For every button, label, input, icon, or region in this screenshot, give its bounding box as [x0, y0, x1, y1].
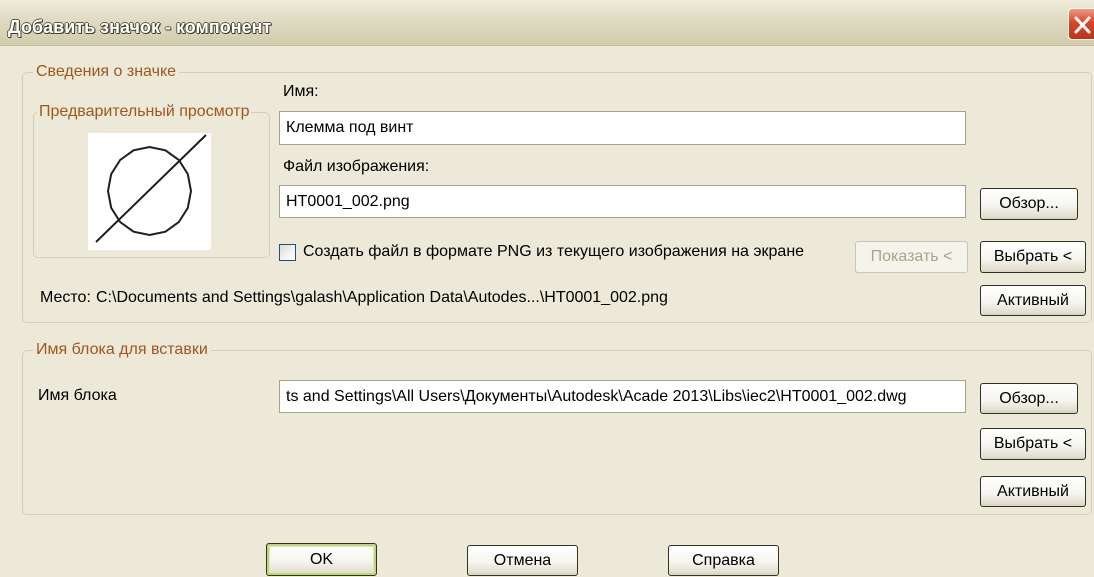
close-icon — [1074, 16, 1091, 34]
preview-group-caption: Предварительный просмотр — [37, 103, 252, 121]
block-group: Имя блока для вставки — [22, 341, 1092, 515]
help-button[interactable]: Справка — [668, 545, 779, 576]
block-group-caption: Имя блока для вставки — [33, 341, 211, 359]
name-field[interactable] — [279, 111, 966, 145]
window-title: Добавить значок - компонент — [8, 17, 272, 37]
circle-slash-icon — [95, 134, 207, 243]
active-image-button[interactable]: Активный — [980, 285, 1086, 316]
ok-button[interactable]: OK — [266, 543, 377, 576]
select-block-button[interactable]: Выбрать < — [980, 428, 1086, 460]
close-button[interactable] — [1068, 8, 1094, 40]
preview-image — [88, 133, 211, 250]
block-name-field[interactable] — [279, 380, 966, 413]
browse-image-button[interactable]: Обзор... — [980, 188, 1078, 220]
create-png-checkbox[interactable] — [279, 244, 296, 261]
browse-block-button[interactable]: Обзор... — [980, 383, 1078, 414]
name-label: Имя: — [283, 83, 319, 100]
active-block-button[interactable]: Активный — [980, 476, 1086, 507]
select-image-button[interactable]: Выбрать < — [980, 241, 1086, 273]
location-label: Место: — [40, 289, 91, 306]
block-name-label: Имя блока — [38, 387, 117, 404]
image-file-field[interactable] — [279, 185, 966, 218]
create-png-label[interactable]: Создать файл в формате PNG из текущего и… — [303, 243, 804, 261]
image-file-label: Файл изображения: — [283, 158, 430, 175]
show-button[interactable]: Показать < — [855, 241, 968, 273]
icon-info-group-caption: Сведения о значке — [33, 63, 180, 81]
cancel-button[interactable]: Отмена — [467, 545, 578, 576]
title-bar[interactable]: Добавить значок - компонент — [0, 0, 1094, 46]
location-path: C:\Documents and Settings\galash\Applica… — [96, 289, 668, 306]
